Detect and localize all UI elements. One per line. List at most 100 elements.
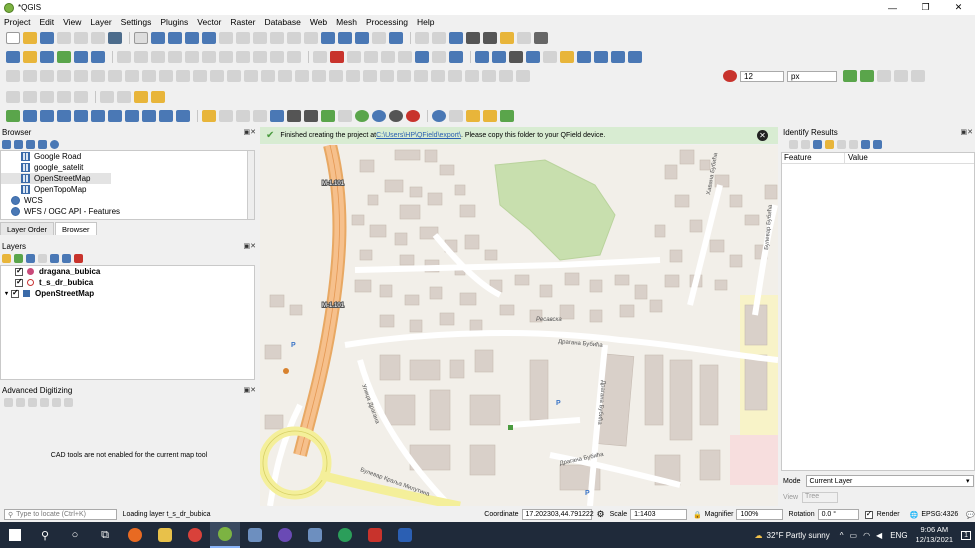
style-icon[interactable]	[2, 254, 11, 263]
crs-globe-icon[interactable]: 🌐	[910, 511, 919, 519]
chrome-icon[interactable]	[180, 522, 210, 548]
advanced-26-icon[interactable]	[431, 70, 445, 82]
copy-feature-icon[interactable]	[837, 140, 846, 149]
print-results-icon[interactable]	[849, 140, 858, 149]
select-4-icon[interactable]	[57, 90, 71, 103]
settings-gear-icon[interactable]	[449, 31, 463, 44]
plugin-6-icon[interactable]	[560, 50, 574, 63]
refresh-browser-icon[interactable]	[14, 140, 23, 149]
qfield-settings-icon[interactable]	[500, 110, 514, 122]
plugin-8-icon[interactable]	[611, 50, 625, 63]
expand-new-icon[interactable]	[813, 140, 822, 149]
filter-legend-icon[interactable]	[38, 254, 47, 263]
wifi-icon[interactable]: ◠	[863, 531, 870, 540]
select-7-icon[interactable]	[117, 90, 131, 103]
attributes-icon[interactable]	[432, 31, 446, 44]
label-1-icon[interactable]	[219, 110, 233, 122]
browser-tree[interactable]: Google Road google_satelit OpenStreetMap…	[0, 150, 255, 220]
menu-web[interactable]: Web	[310, 17, 327, 27]
advanced-1-icon[interactable]	[6, 70, 20, 82]
layer-row[interactable]: t_s_dr_bubica	[1, 277, 254, 288]
style-manager-icon[interactable]	[108, 31, 122, 44]
tolerance-field[interactable]: 12	[740, 70, 784, 82]
filter-browser-icon[interactable]	[26, 140, 35, 149]
menu-plugins[interactable]: Plugins	[160, 17, 188, 27]
qfield-sync-icon[interactable]	[483, 110, 497, 122]
data-source-manager-icon[interactable]	[6, 50, 20, 63]
menu-settings[interactable]: Settings	[121, 17, 152, 27]
vertex-editor-icon[interactable]	[6, 110, 20, 122]
toggle-extents-icon[interactable]: ⚙	[597, 509, 605, 520]
deselect-icon[interactable]	[151, 90, 165, 103]
advanced-29-icon[interactable]	[482, 70, 496, 82]
plugin-3-icon[interactable]	[509, 50, 523, 63]
measure-icon[interactable]	[483, 31, 497, 44]
processing-4-icon[interactable]	[74, 110, 88, 122]
vertex-tool-icon[interactable]	[185, 50, 199, 63]
magnifier-spinbox[interactable]: 100%	[736, 509, 783, 520]
snap-option-2-icon[interactable]	[894, 70, 908, 82]
processing-2-icon[interactable]	[40, 110, 54, 122]
filter-icon[interactable]	[415, 50, 429, 63]
select-6-icon[interactable]	[100, 90, 114, 103]
digitize-6-icon[interactable]	[398, 50, 412, 63]
print-icon[interactable]	[287, 110, 301, 122]
processing-6-icon[interactable]	[108, 110, 122, 122]
advanced-19-icon[interactable]	[312, 70, 326, 82]
panel-float-close-icon[interactable]: ▣✕	[244, 242, 256, 250]
redo-icon[interactable]	[287, 50, 301, 63]
menu-view[interactable]: View	[63, 17, 81, 27]
menu-mesh[interactable]: Mesh	[336, 17, 357, 27]
processing-9-icon[interactable]	[159, 110, 173, 122]
pan-hand-icon[interactable]	[134, 31, 148, 44]
advanced-15-icon[interactable]	[244, 70, 258, 82]
unit-select[interactable]: px	[787, 70, 837, 82]
plugin-2-icon[interactable]	[492, 50, 506, 63]
tray-chevron-icon[interactable]: ^	[840, 531, 844, 540]
digitize-5-icon[interactable]	[381, 50, 395, 63]
advanced-12-icon[interactable]	[193, 70, 207, 82]
app-icon[interactable]	[270, 522, 300, 548]
label-2-icon[interactable]	[236, 110, 250, 122]
menu-processing[interactable]: Processing	[366, 17, 408, 27]
menu-edit[interactable]: Edit	[39, 17, 54, 27]
georeferencer-icon[interactable]	[321, 110, 335, 122]
minimize-button[interactable]: —	[876, 0, 909, 15]
file-explorer-icon[interactable]	[150, 522, 180, 548]
advanced-23-icon[interactable]	[380, 70, 394, 82]
print-layout-icon[interactable]	[74, 31, 88, 44]
locator-search-input[interactable]: ⚲ Type to locate (Ctrl+K)	[4, 509, 117, 520]
refresh-icon[interactable]	[389, 31, 403, 44]
advanced-24-icon[interactable]	[397, 70, 411, 82]
panel-float-close-icon[interactable]: ▣✕	[961, 128, 973, 136]
qgis-3-icon[interactable]	[300, 522, 330, 548]
save-as-icon[interactable]	[57, 31, 71, 44]
manage-visibility-icon[interactable]	[26, 254, 35, 263]
menu-database[interactable]: Database	[264, 17, 300, 27]
digitize-line-icon[interactable]	[304, 110, 318, 122]
volume-icon[interactable]: ◀	[876, 531, 882, 540]
select-1-icon[interactable]	[6, 90, 20, 103]
plugin-a-icon[interactable]	[338, 110, 352, 122]
windows-start-icon[interactable]	[0, 522, 30, 548]
add-group-icon[interactable]	[14, 254, 23, 263]
advanced-8-icon[interactable]	[125, 70, 139, 82]
new-virtual-layer-icon[interactable]	[74, 50, 88, 63]
advanced-31-icon[interactable]	[516, 70, 530, 82]
messages-icon[interactable]: 💬	[966, 511, 975, 519]
share-icon[interactable]	[355, 110, 369, 122]
topology-icon[interactable]	[860, 70, 874, 82]
processing-8-icon[interactable]	[142, 110, 156, 122]
cloud-icon[interactable]	[432, 110, 446, 122]
value-column-header[interactable]: Value	[845, 153, 868, 163]
rotation-spinbox[interactable]: 0.0 °	[817, 509, 859, 520]
menu-vector[interactable]: Vector	[197, 17, 221, 27]
new-project-icon[interactable]	[6, 31, 20, 44]
collapse-all-icon[interactable]	[62, 254, 71, 263]
label-3-icon[interactable]	[253, 110, 267, 122]
new-spatialite-icon[interactable]	[91, 50, 105, 63]
advanced-30-icon[interactable]	[499, 70, 513, 82]
pan-to-selection-icon[interactable]	[151, 31, 165, 44]
advanced-11-icon[interactable]	[176, 70, 190, 82]
zoom-out-icon[interactable]	[185, 31, 199, 44]
